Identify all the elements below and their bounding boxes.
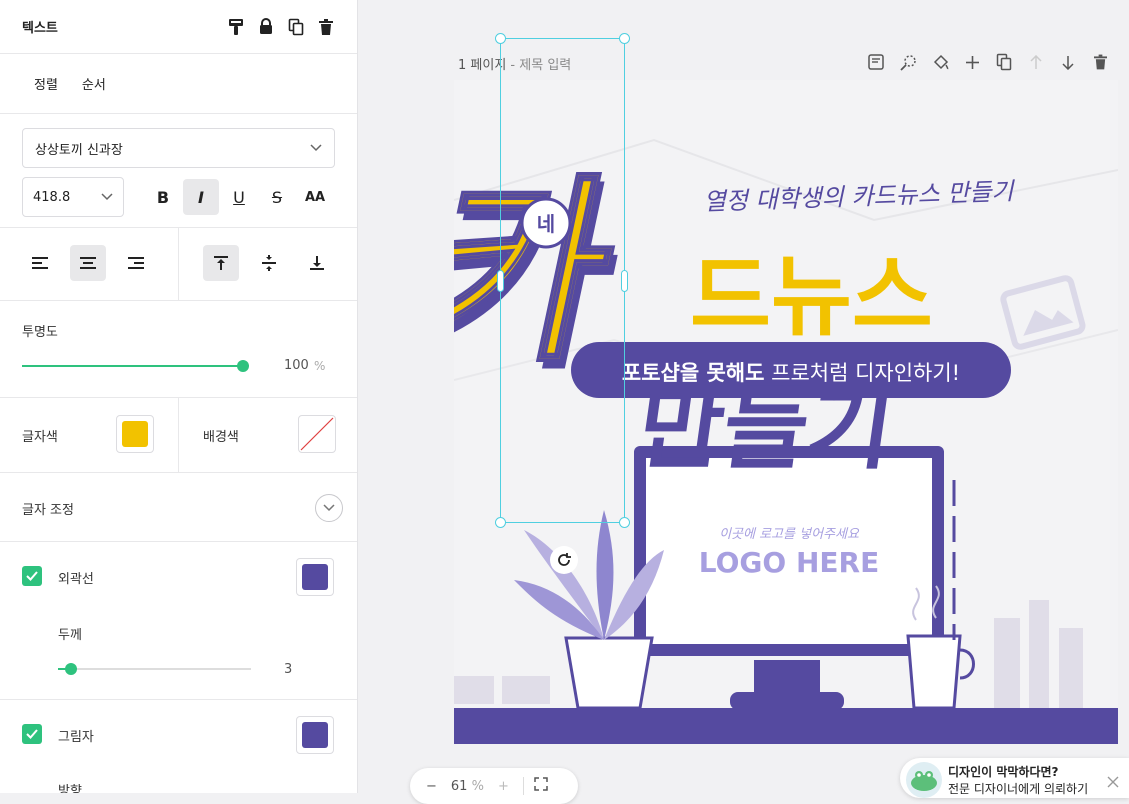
delete-page-icon[interactable]: [1090, 52, 1110, 72]
memo-icon[interactable]: [866, 52, 886, 72]
zoom-bar: − 61 % +: [410, 768, 578, 804]
valign-top-button[interactable]: [203, 245, 239, 281]
opacity-value[interactable]: 100: [284, 358, 309, 373]
logo-text: LOGO HERE: [699, 546, 879, 579]
bg-color-label: 배경색: [203, 430, 239, 445]
outline-checkbox[interactable]: [22, 566, 42, 586]
close-icon[interactable]: [1107, 776, 1119, 791]
panel-title: 텍스트: [22, 21, 58, 36]
shadow-color-picker[interactable]: [296, 716, 334, 754]
shadow-color-swatch: [302, 722, 328, 748]
copy-icon[interactable]: [287, 18, 305, 36]
align-center-button[interactable]: [70, 245, 106, 281]
pill-text: 포토샵을 못해도 프로처럼 디자인하기!: [622, 361, 960, 385]
resize-handle[interactable]: [495, 517, 506, 528]
align-left-icon: [32, 257, 48, 269]
arrow-up-icon[interactable]: [1026, 52, 1046, 72]
rotate-icon: [558, 553, 571, 566]
font-size-value: 418.8: [33, 189, 71, 205]
text-color-swatch: [122, 421, 148, 447]
text-color-label: 글자색: [22, 430, 58, 445]
add-page-icon[interactable]: [962, 52, 982, 72]
paint-roller-icon[interactable]: [227, 18, 245, 36]
text-properties-panel: 텍스트 정렬 순서 상상토끼 신과장 418.8 B I U S AA 투명도 …: [0, 0, 358, 793]
panel-header: 텍스트: [0, 0, 357, 54]
chevron-down-icon: [323, 504, 335, 512]
trash-icon[interactable]: [317, 18, 335, 36]
bg-color-picker[interactable]: [298, 415, 336, 453]
thickness-value[interactable]: 3: [284, 662, 292, 677]
shadow-checkbox[interactable]: [22, 724, 42, 744]
zoom-in-button[interactable]: +: [498, 779, 509, 794]
thickness-slider-track[interactable]: [58, 668, 251, 670]
check-icon: [26, 729, 38, 739]
tab-align[interactable]: 정렬: [34, 74, 58, 93]
resize-handle[interactable]: [495, 33, 506, 44]
italic-button[interactable]: I: [183, 179, 219, 215]
valign-middle-button[interactable]: [251, 245, 287, 281]
font-family-value: 상상토끼 신과장: [35, 142, 123, 158]
opacity-unit: %: [314, 359, 326, 373]
font-family-select[interactable]: 상상토끼 신과장: [22, 128, 335, 168]
valign-bottom-button[interactable]: [299, 245, 335, 281]
text-adjust-label: 글자 조정: [22, 503, 74, 518]
no-color-icon: [300, 417, 334, 451]
fill-bucket-icon[interactable]: [930, 52, 950, 72]
zoom-value[interactable]: 61: [451, 779, 468, 794]
strikethrough-button[interactable]: S: [259, 179, 295, 215]
outline-label: 외곽선: [58, 572, 94, 587]
chevron-down-icon: [310, 141, 322, 156]
valign-bottom-icon: [310, 256, 324, 270]
valign-top-icon: [214, 256, 228, 270]
outline-color-picker[interactable]: [296, 558, 334, 596]
side-handle[interactable]: [497, 270, 504, 292]
lock-icon[interactable]: [257, 18, 275, 36]
selection-box[interactable]: [495, 33, 630, 528]
align-left-button[interactable]: [22, 245, 58, 281]
align-right-button[interactable]: [118, 245, 154, 281]
help-subtitle: 전문 디자이너에게 의뢰하기: [948, 781, 1089, 796]
resize-handle[interactable]: [619, 517, 630, 528]
rotate-handle[interactable]: [550, 546, 578, 574]
logo-subtitle: 이곳에 로고를 넣어주세요: [719, 527, 860, 542]
headline-main: 드뉴스: [690, 245, 933, 348]
tab-order[interactable]: 순서: [82, 74, 106, 93]
opacity-label: 투명도: [22, 325, 58, 340]
side-handle[interactable]: [621, 270, 628, 292]
check-icon: [26, 571, 38, 581]
thickness-label: 두께: [58, 628, 82, 643]
expand-adjust-button[interactable]: [315, 494, 343, 522]
uppercase-button[interactable]: AA: [297, 179, 333, 215]
bold-button[interactable]: B: [145, 179, 181, 215]
valign-middle-icon: [262, 255, 276, 271]
chevron-down-icon: [101, 190, 113, 205]
opacity-slider-thumb[interactable]: [237, 360, 249, 372]
direction-label: 방향: [58, 784, 82, 793]
shadow-label: 그림자: [58, 730, 94, 745]
page-toolbar: [866, 52, 1110, 72]
thickness-slider-thumb[interactable]: [65, 663, 77, 675]
resize-handle[interactable]: [619, 33, 630, 44]
underline-button[interactable]: U: [221, 179, 257, 215]
help-title: 디자인이 막막하다면?: [948, 765, 1059, 779]
text-color-picker[interactable]: [116, 415, 154, 453]
help-widget[interactable]: 디자인이 막막하다면? 전문 디자이너에게 의뢰하기: [900, 758, 1129, 798]
magic-wand-icon[interactable]: [898, 52, 918, 72]
opacity-slider-track[interactable]: [22, 365, 242, 367]
align-center-icon: [80, 257, 96, 269]
arrow-down-icon[interactable]: [1058, 52, 1078, 72]
font-size-select[interactable]: 418.8: [22, 177, 124, 217]
fit-screen-icon[interactable]: [522, 777, 548, 795]
duplicate-page-icon[interactable]: [994, 52, 1014, 72]
outline-color-swatch: [302, 564, 328, 590]
align-right-icon: [128, 257, 144, 269]
zoom-unit: %: [471, 778, 484, 794]
zoom-out-button[interactable]: −: [426, 779, 437, 794]
headline-bottom: 만들기: [632, 374, 901, 481]
